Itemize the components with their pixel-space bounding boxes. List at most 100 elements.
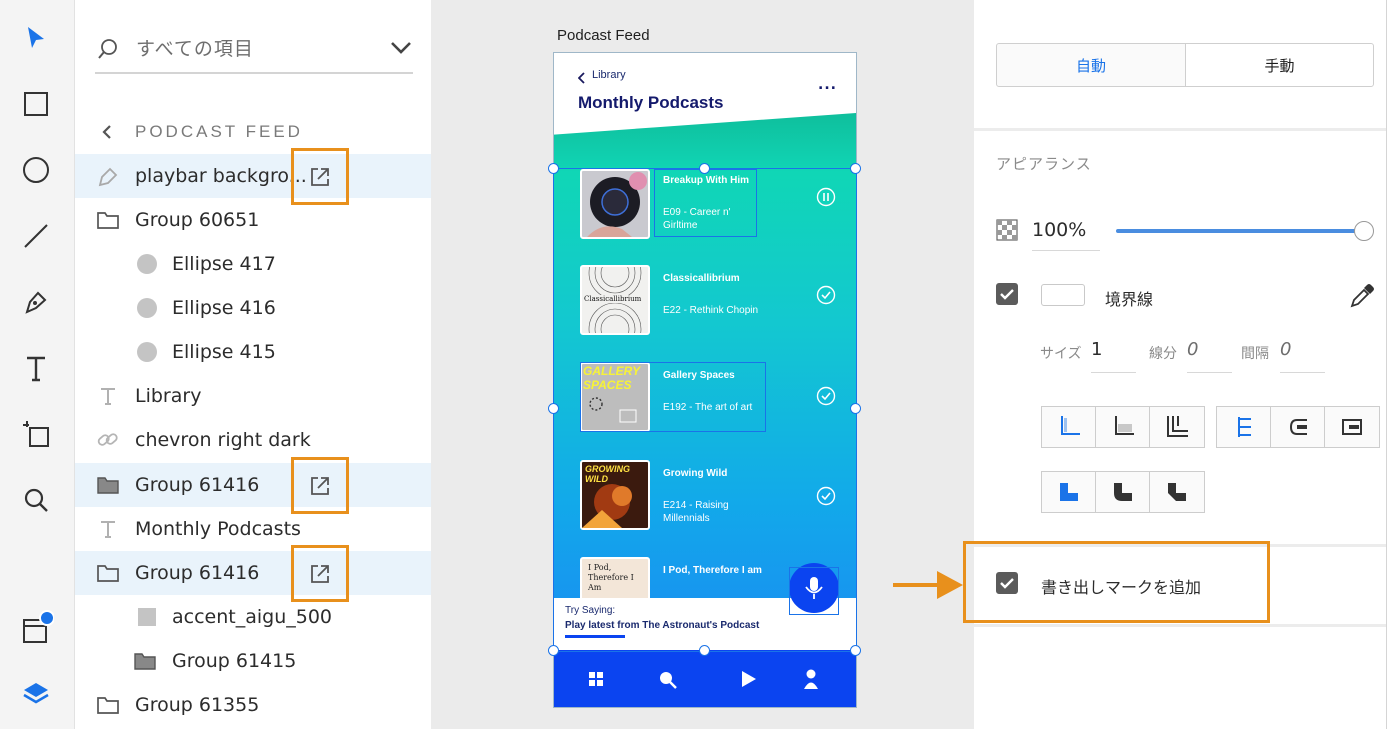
breadcrumb-label: PODCAST FEED [135, 122, 303, 141]
opacity-input[interactable]: 100% [1032, 219, 1100, 251]
property-inspector: 自動 手動 アピアランス 100% 境界線 サイズ 1 線分 0 間隔 0 書き [963, 0, 1400, 729]
text-tool-icon[interactable] [14, 346, 58, 390]
layer-row[interactable]: Ellipse 417 [75, 242, 431, 286]
layer-breadcrumb[interactable]: PODCAST FEED [75, 110, 431, 154]
chevron-left-icon[interactable] [101, 124, 113, 144]
scrollbar-track[interactable] [1386, 0, 1400, 729]
folder-icon [96, 474, 120, 496]
pen-tool-icon[interactable] [14, 280, 58, 324]
round-cap-icon[interactable] [1096, 407, 1150, 447]
align-inside-icon[interactable] [1217, 407, 1271, 447]
chevron-down-icon[interactable] [390, 40, 412, 59]
play-icon [740, 670, 758, 692]
search-icon [97, 38, 119, 64]
gap-label: 間隔 [1241, 346, 1269, 362]
layer-row[interactable]: Group 61416 [75, 545, 431, 602]
tool-bar [0, 0, 75, 729]
zoom-tool-icon[interactable] [14, 478, 58, 522]
layer-label: Library [135, 385, 202, 407]
export-mark-label: 書き出しマークを追加 [1041, 578, 1202, 597]
grid-icon [588, 671, 604, 691]
layer-row[interactable]: Library [75, 374, 431, 418]
bevel-join-icon[interactable] [1150, 472, 1204, 512]
ellipse-icon [135, 341, 159, 363]
selection-bounding-box [553, 168, 857, 652]
size-label: サイズ [1040, 346, 1082, 362]
round-join-icon[interactable] [1096, 472, 1150, 512]
layer-label: Group 61416 [135, 474, 260, 496]
ellipse-tool-icon[interactable] [14, 148, 58, 192]
resize-handle[interactable] [548, 403, 559, 414]
align-center-icon[interactable] [1271, 407, 1325, 447]
layers-panel-icon[interactable] [14, 672, 58, 716]
artboard-tool-icon[interactable] [14, 412, 58, 456]
layer-row[interactable]: Ellipse 416 [75, 286, 431, 330]
folder-icon [133, 650, 157, 672]
layer-row[interactable]: chevron right dark [75, 418, 431, 462]
stroke-join-group [1041, 471, 1205, 513]
butt-cap-icon[interactable] [1042, 407, 1096, 447]
layer-row[interactable]: Ellipse 415 [75, 330, 431, 374]
resize-handle[interactable] [548, 163, 559, 174]
layer-label: Group 61415 [172, 650, 297, 672]
miter-join-icon[interactable] [1042, 472, 1096, 512]
artboard-title[interactable]: Podcast Feed [557, 27, 650, 44]
export-mark-checkbox[interactable] [996, 572, 1018, 594]
app-title: Monthly Podcasts [578, 93, 724, 112]
dash-input[interactable]: 0 [1187, 339, 1232, 373]
resize-handle[interactable] [850, 645, 861, 656]
export-mark-button[interactable] [291, 457, 349, 514]
export-mark-button[interactable] [291, 545, 349, 602]
layer-label: chevron right dark [135, 429, 311, 451]
select-tool-icon[interactable] [14, 16, 58, 60]
opacity-icon [996, 219, 1018, 245]
layer-row[interactable]: playbar backgro... [75, 148, 431, 205]
resize-handle[interactable] [699, 645, 710, 656]
layer-label: Monthly Podcasts [135, 518, 301, 540]
layer-row[interactable]: Group 61416 [75, 457, 431, 514]
align-outside-icon[interactable] [1325, 407, 1379, 447]
layer-search-field[interactable]: すべての項目 [95, 26, 413, 74]
gap-input[interactable]: 0 [1280, 339, 1325, 373]
stroke-checkbox[interactable] [996, 283, 1018, 305]
resize-handle[interactable] [850, 403, 861, 414]
layer-row[interactable]: Monthly Podcasts [75, 507, 431, 551]
square-cap-icon[interactable] [1150, 407, 1204, 447]
assets-panel-icon[interactable] [14, 606, 58, 650]
line-tool-icon[interactable] [14, 214, 58, 258]
resize-handle[interactable] [850, 163, 861, 174]
mode-auto-button[interactable]: 自動 [996, 43, 1186, 87]
search-icon [658, 670, 678, 694]
layer-row[interactable]: Group 61415 [75, 639, 431, 683]
layer-label: Group 61355 [135, 694, 260, 716]
ellipse-icon [135, 253, 159, 275]
size-input[interactable]: 1 [1091, 339, 1136, 373]
layers-panel: すべての項目 PODCAST FEED playbar backgro... G… [75, 0, 431, 729]
app-back-label: Library [592, 69, 626, 81]
resize-handle[interactable] [699, 163, 710, 174]
layer-row[interactable]: Group 61355 [75, 683, 431, 727]
external-link-icon [311, 167, 329, 186]
layer-row[interactable]: accent_aigu_500 [75, 595, 431, 639]
design-canvas[interactable]: Podcast Feed Library Monthly Podcasts ..… [431, 0, 974, 729]
resize-handle[interactable] [548, 645, 559, 656]
layer-label: Ellipse 417 [172, 253, 276, 275]
mode-manual-button[interactable]: 手動 [1185, 43, 1374, 87]
stroke-color-swatch[interactable] [1041, 284, 1085, 306]
stroke-align-group [1216, 406, 1380, 448]
external-link-icon [311, 564, 329, 583]
section-divider [974, 128, 1400, 131]
opacity-slider-track[interactable] [1116, 229, 1366, 233]
pen-path-icon [96, 165, 120, 187]
more-icon: ... [818, 77, 837, 93]
chevron-left-icon [577, 69, 586, 88]
folder-icon [96, 209, 120, 231]
rectangle-tool-icon[interactable] [14, 82, 58, 126]
layer-label: playbar backgro... [135, 165, 307, 187]
opacity-slider-thumb[interactable] [1354, 221, 1374, 241]
link-icon [96, 429, 120, 451]
stroke-cap-group [1041, 406, 1205, 448]
eyedropper-icon[interactable] [1349, 283, 1375, 313]
export-mark-button[interactable] [291, 148, 349, 205]
layer-row[interactable]: Group 60651 [75, 198, 431, 242]
